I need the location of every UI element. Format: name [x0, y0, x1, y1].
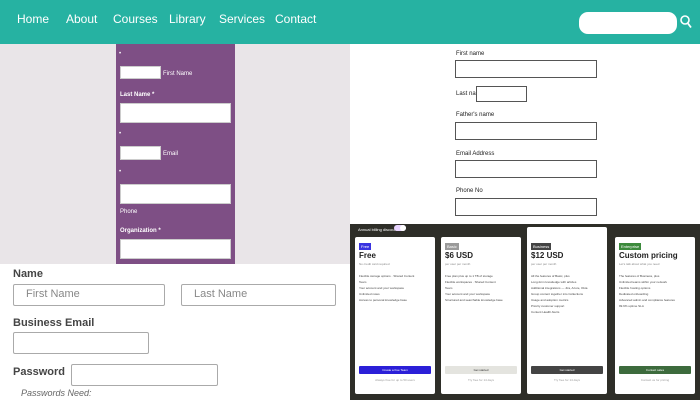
plan-title: Free [359, 251, 376, 260]
plan-badge: Basic [445, 243, 459, 250]
nav-library[interactable]: Library [169, 12, 206, 26]
pricing-card-0: Free Free No credit card required Flexib… [355, 237, 435, 394]
nav-contact[interactable]: Contact [275, 12, 316, 26]
email-label: Email Address [456, 151, 495, 157]
signup-form: Name First Name Last Name Business Email… [0, 264, 350, 400]
plan-subtitle: per user per month [531, 262, 557, 266]
plan-badge: Free [359, 243, 372, 250]
plan-badge: Enterprise [619, 243, 642, 250]
feature-item: Structured and searchable knowledge base [445, 298, 503, 302]
plan-footnote: Try free for 14 days [468, 378, 494, 382]
first-name-input[interactable] [120, 66, 161, 79]
pricing-card-2: Business $12 USD per user per month All … [527, 227, 607, 394]
first-name-field[interactable]: First Name [13, 284, 165, 306]
phone-input[interactable] [455, 198, 597, 216]
plan-title: Custom pricing [619, 251, 678, 260]
last-name-input[interactable] [476, 86, 527, 102]
email-input[interactable] [120, 146, 161, 160]
plan-subtitle: Let's talk about what you need [619, 262, 660, 266]
nav-about[interactable]: About [66, 12, 97, 26]
phone-input[interactable] [120, 184, 231, 204]
top-navigation: Home About Courses Library Services Cont… [0, 0, 700, 44]
phone-label: Phone [120, 209, 138, 215]
plan-features: Flexible storage options · Shared Conten… [359, 273, 431, 303]
student-form: First name Last name Father's name Email… [350, 44, 700, 224]
bullet-icon: • [119, 169, 122, 175]
last-name-field[interactable]: Last Name [181, 284, 336, 306]
billing-toggle[interactable] [394, 225, 406, 231]
name-label: Name [13, 268, 43, 280]
bullet-icon: • [119, 51, 122, 57]
plan-button[interactable]: Create a free Team [359, 366, 431, 374]
page: Home About Courses Library Services Cont… [0, 0, 700, 400]
plan-button[interactable]: Get started [445, 366, 517, 374]
business-email-field[interactable] [13, 332, 149, 354]
first-name-label: First Name [163, 71, 193, 77]
purple-form: • First Name Last Name * • Email • Phone… [116, 44, 235, 264]
email-input[interactable] [455, 160, 597, 178]
last-name-label: Last Name * [120, 92, 155, 98]
father-name-input[interactable] [455, 122, 597, 140]
plan-button[interactable]: Contact sales [619, 366, 691, 374]
plan-subtitle: per user per month [445, 262, 471, 266]
password-hint: Passwords Need: [21, 388, 92, 398]
email-label: Email [163, 151, 179, 157]
phone-label: Phone No [456, 188, 483, 194]
plan-footnote: Try free for 14 days [554, 378, 580, 382]
search-input[interactable] [579, 12, 677, 34]
pricing-section: Annual billing discount Free Free No cre… [350, 224, 700, 400]
plan-title: $12 USD [531, 251, 564, 260]
feature-item: Access to personal knowledge base [359, 298, 407, 302]
billing-toggle-label: Annual billing discount [358, 227, 398, 232]
plan-subtitle: No credit card required [359, 262, 390, 266]
plan-features: Free plan plus up to 1 TB of storage Flex… [445, 273, 517, 303]
feature-item: 99.9% uptime SLA [619, 304, 644, 308]
password-label: Password [13, 366, 65, 378]
plan-footnote: Contact us for pricing [640, 378, 670, 382]
feature-item: Content Health Alerts [531, 310, 560, 314]
pricing-card-3: Enterprise Custom pricing Let's talk abo… [615, 237, 695, 394]
father-name-label: Father's name [456, 112, 495, 118]
pricing-card-1: Basic $6 USD per user per month Free pla… [441, 237, 521, 394]
last-name-input[interactable] [120, 103, 231, 123]
nav-courses[interactable]: Courses [113, 12, 158, 26]
organization-label: Organization * [120, 228, 161, 234]
first-name-input[interactable] [455, 60, 597, 78]
password-field[interactable] [71, 364, 218, 386]
nav-services[interactable]: Services [219, 12, 265, 26]
plan-title: $6 USD [445, 251, 474, 260]
first-name-label: First name [456, 51, 485, 57]
plan-button[interactable]: Get started [531, 366, 603, 374]
plan-footnote: Always free for up to 50 users [375, 378, 415, 382]
plan-badge: Business [531, 243, 552, 250]
registration-panel: • First Name Last Name * • Email • Phone… [0, 44, 350, 264]
plan-features: The features of Business, plus Unlimited … [619, 273, 691, 309]
organization-input[interactable] [120, 239, 231, 259]
plan-features: All the features of Basic, plus Long-form… [531, 273, 603, 315]
bullet-icon: • [119, 131, 122, 137]
search-icon[interactable] [680, 15, 692, 29]
nav-home[interactable]: Home [17, 12, 49, 26]
business-email-label: Business Email [13, 317, 95, 329]
